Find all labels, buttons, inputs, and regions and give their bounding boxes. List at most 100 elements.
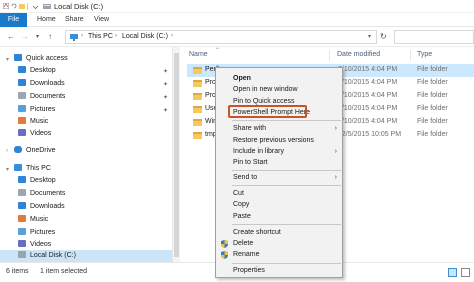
nav-desktop[interactable]: Desktop bbox=[18, 65, 56, 77]
computer-icon bbox=[70, 34, 78, 41]
column-header-name[interactable]: Name bbox=[189, 51, 208, 58]
properties-quick-icon[interactable] bbox=[3, 3, 9, 9]
menu-item-open[interactable]: Open bbox=[217, 73, 341, 84]
menu-item-send-to[interactable]: Send to › bbox=[217, 172, 341, 183]
forward-arrow-icon[interactable]: → bbox=[21, 32, 29, 42]
nav-scrollbar[interactable] bbox=[173, 47, 180, 262]
download-icon bbox=[18, 202, 26, 209]
title-bar: Local Disk (C:) bbox=[0, 0, 474, 13]
address-row: ← → ▾ ↑ › This PC › Local Disk (C:) › ▾ … bbox=[0, 27, 474, 47]
pin-icon[interactable]: ✦ bbox=[163, 68, 168, 75]
menu-separator bbox=[232, 120, 341, 121]
folder-icon bbox=[193, 106, 202, 113]
cloud-icon bbox=[14, 146, 22, 153]
menu-item-paste[interactable]: Paste bbox=[217, 211, 341, 222]
nav-pc-documents[interactable]: Documents bbox=[18, 188, 65, 200]
tab-file[interactable]: File bbox=[0, 13, 27, 27]
videos-icon bbox=[18, 240, 26, 247]
sort-ascending-icon: ⌃ bbox=[215, 48, 221, 54]
menu-separator bbox=[232, 185, 341, 186]
nav-pc-downloads[interactable]: Downloads bbox=[18, 201, 65, 213]
folder-icon bbox=[193, 132, 202, 139]
tab-home[interactable]: Home bbox=[37, 13, 56, 27]
undo-quick-icon[interactable] bbox=[11, 3, 17, 9]
pictures-icon bbox=[18, 105, 26, 112]
details-view-icon[interactable] bbox=[448, 268, 457, 277]
menu-separator bbox=[232, 263, 341, 264]
computer-icon bbox=[14, 164, 22, 171]
breadcrumb-chevron-icon[interactable]: › bbox=[115, 33, 117, 39]
column-divider[interactable] bbox=[329, 50, 330, 61]
ribbon-tabs: File Home Share View bbox=[0, 13, 474, 27]
context-menu: Open Open in new window Pin to Quick acc… bbox=[215, 67, 343, 278]
menu-item-pin-start[interactable]: Pin to Start bbox=[217, 157, 341, 168]
recent-chevron-icon[interactable]: ▾ bbox=[36, 32, 39, 42]
nav-quick-access[interactable]: Quick access bbox=[14, 53, 68, 65]
new-folder-quick-icon[interactable] bbox=[19, 3, 25, 9]
drive-icon bbox=[18, 251, 26, 258]
search-input[interactable] bbox=[394, 30, 474, 44]
menu-item-delete[interactable]: Delete bbox=[217, 238, 341, 249]
large-icons-view-icon[interactable] bbox=[461, 268, 470, 277]
column-divider[interactable] bbox=[410, 50, 411, 61]
shield-icon bbox=[221, 251, 228, 259]
nav-pc-music[interactable]: Music bbox=[18, 214, 48, 226]
menu-item-restore-versions[interactable]: Restore previous versions bbox=[217, 135, 341, 146]
menu-item-rename[interactable]: Rename bbox=[217, 249, 341, 260]
nav-videos[interactable]: Videos bbox=[18, 128, 51, 140]
nav-pc-desktop[interactable]: Desktop bbox=[18, 175, 56, 187]
nav-documents[interactable]: Documents bbox=[18, 91, 65, 103]
collapse-arrow-icon[interactable]: › bbox=[6, 148, 8, 154]
window-title: Local Disk (C:) bbox=[54, 2, 104, 11]
menu-item-properties[interactable]: Properties bbox=[217, 265, 341, 276]
navigation-pane: ▾ Quick access Desktop ✦ Downloads ✦ Doc… bbox=[0, 47, 172, 262]
tab-view[interactable]: View bbox=[94, 13, 109, 27]
scrollbar-thumb[interactable] bbox=[174, 53, 179, 257]
expand-arrow-icon[interactable]: ▾ bbox=[6, 56, 9, 63]
submenu-arrow-icon: › bbox=[334, 125, 337, 132]
star-icon bbox=[14, 54, 22, 61]
nav-pictures[interactable]: Pictures bbox=[18, 104, 55, 116]
breadcrumb-chevron-icon[interactable]: › bbox=[171, 33, 173, 39]
nav-downloads[interactable]: Downloads bbox=[18, 78, 65, 90]
folder-icon bbox=[193, 67, 202, 74]
pin-icon[interactable]: ✦ bbox=[163, 94, 168, 101]
desktop-icon bbox=[18, 66, 26, 73]
folder-icon bbox=[193, 93, 202, 100]
pin-icon[interactable]: ✦ bbox=[163, 107, 168, 114]
tab-share[interactable]: Share bbox=[65, 13, 84, 27]
item-count: 6 items bbox=[6, 268, 29, 275]
menu-item-share-with[interactable]: Share with › bbox=[217, 123, 341, 134]
music-icon bbox=[18, 117, 26, 124]
back-arrow-icon[interactable]: ← bbox=[7, 32, 15, 42]
nav-pc-pictures[interactable]: Pictures bbox=[18, 227, 55, 239]
nav-music[interactable]: Music bbox=[18, 116, 48, 128]
breadcrumb-chevron-icon[interactable]: › bbox=[81, 33, 83, 39]
breadcrumb-this-pc[interactable]: This PC bbox=[88, 33, 113, 40]
breadcrumb-local-disk[interactable]: Local Disk (C:) bbox=[122, 33, 168, 40]
documents-icon bbox=[18, 92, 26, 99]
powershell-highlight bbox=[228, 105, 307, 118]
address-dropdown-icon[interactable]: ▾ bbox=[368, 33, 371, 40]
pin-icon[interactable]: ✦ bbox=[163, 81, 168, 88]
nav-local-disk[interactable]: Local Disk (C:) bbox=[0, 250, 172, 262]
download-icon bbox=[18, 79, 26, 86]
address-bar[interactable]: › This PC › Local Disk (C:) › ▾ bbox=[65, 30, 377, 44]
expand-arrow-icon[interactable]: ▾ bbox=[6, 166, 9, 173]
customize-quick-icon[interactable] bbox=[32, 3, 39, 10]
menu-item-cut[interactable]: Cut bbox=[217, 188, 341, 199]
menu-item-create-shortcut[interactable]: Create shortcut bbox=[217, 227, 341, 238]
selection-count: 1 item selected bbox=[40, 268, 88, 275]
up-arrow-icon[interactable]: ↑ bbox=[48, 32, 52, 42]
refresh-icon[interactable]: ↻ bbox=[380, 32, 387, 41]
menu-item-include-library[interactable]: Include in library › bbox=[217, 146, 341, 157]
submenu-arrow-icon: › bbox=[334, 148, 337, 155]
menu-item-copy[interactable]: Copy bbox=[217, 199, 341, 210]
column-header-type[interactable]: Type bbox=[417, 51, 432, 58]
nav-onedrive[interactable]: OneDrive bbox=[14, 145, 56, 157]
menu-item-open-new-window[interactable]: Open in new window bbox=[217, 84, 341, 95]
nav-this-pc[interactable]: This PC bbox=[14, 163, 51, 175]
column-header-date[interactable]: Date modified bbox=[337, 51, 380, 58]
menu-separator bbox=[232, 170, 341, 171]
folder-icon bbox=[193, 80, 202, 87]
